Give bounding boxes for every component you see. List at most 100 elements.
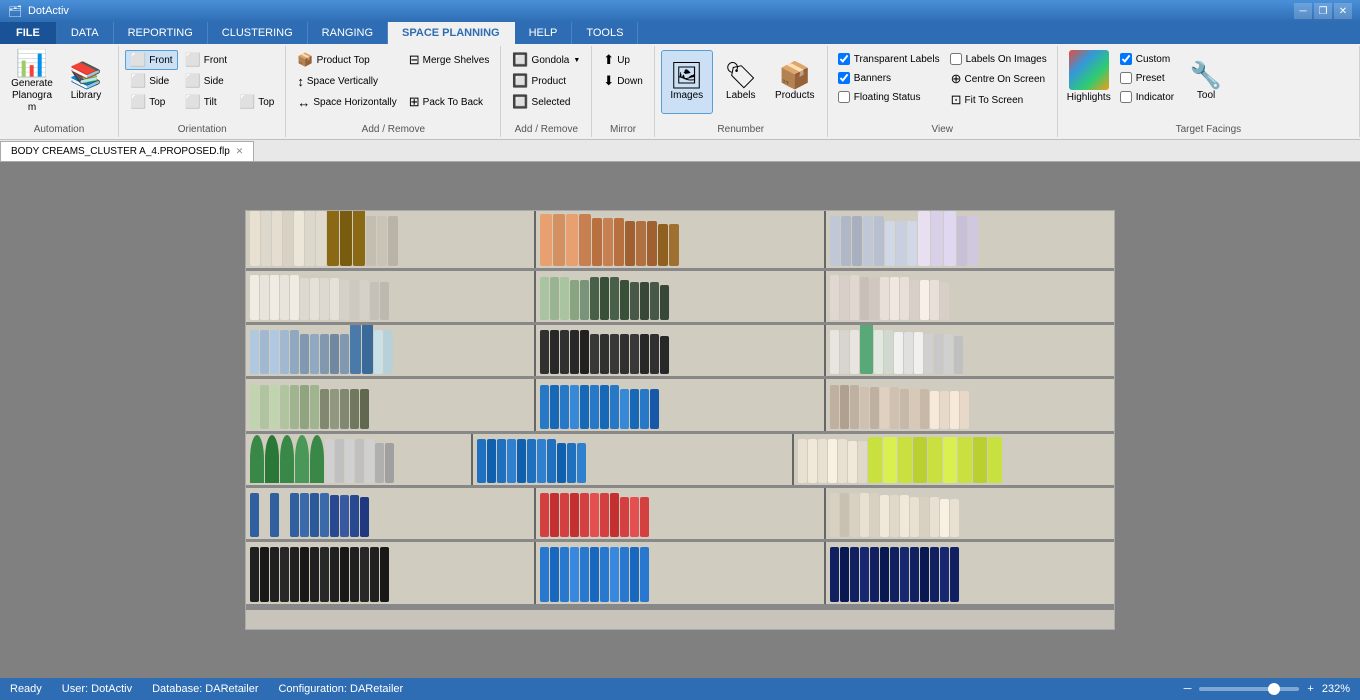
gondola-button[interactable]: 🔲 Gondola ▼	[507, 50, 585, 70]
space-horizontally-button[interactable]: ↔ Space Horizontally	[292, 92, 401, 112]
maximize-button[interactable]: ❐	[1314, 3, 1332, 19]
labels-on-images-check[interactable]	[950, 53, 962, 65]
top-button-1[interactable]: ⬜ Top	[125, 92, 178, 112]
tab-tools[interactable]: TOOLS	[572, 22, 638, 44]
labels-on-images-cb[interactable]: Labels On Images	[946, 50, 1051, 68]
product-top-button[interactable]: 📦 Product Top	[292, 50, 401, 70]
gondola-arrow: ▼	[573, 57, 580, 64]
planogram-footer	[246, 607, 1114, 629]
doc-tab[interactable]: BODY CREAMS_CLUSTER A_4.PROPOSED.flp ✕	[0, 141, 254, 161]
orientation-content: ⬜ Front ⬜ Side ⬜ Top ⬜ Front	[125, 50, 279, 122]
labels-button[interactable]: 🏷 Labels	[715, 50, 767, 114]
tab-reporting[interactable]: REPORTING	[114, 22, 208, 44]
products-icon: 📦	[779, 62, 811, 88]
top-icon-1: ⬜	[130, 94, 146, 110]
zoom-thumb	[1268, 683, 1280, 695]
floating-status-cb[interactable]: Floating Status	[834, 88, 944, 106]
tab-space-planning[interactable]: SPACE PLANNING	[388, 22, 515, 44]
indicator-cb[interactable]: Indicator	[1116, 88, 1178, 106]
floating-status-check[interactable]	[838, 91, 850, 103]
side-button-1[interactable]: ⬜ Side	[125, 71, 178, 91]
products-7-1	[248, 542, 391, 604]
renumber-label: Renumber	[661, 122, 821, 135]
up-button[interactable]: ⬆ Up	[598, 50, 647, 70]
transparent-labels-cb[interactable]: Transparent Labels	[834, 50, 944, 68]
side-button-2[interactable]: ⬜ Side	[180, 71, 233, 91]
images-icon: 🖼	[670, 62, 703, 88]
tab-clustering[interactable]: CLUSTERING	[208, 22, 308, 44]
products-4-1	[248, 379, 371, 430]
products-1-1	[248, 211, 400, 268]
tool-button[interactable]: 🔧 Tool	[1180, 50, 1232, 114]
fit-to-screen-button[interactable]: ⊡ Fit To Screen	[946, 90, 1051, 110]
product-shelf-label: Product	[532, 76, 566, 87]
front-button-2[interactable]: ⬜ Front	[180, 50, 233, 70]
tab-data[interactable]: DATA	[57, 22, 114, 44]
pack-back-button[interactable]: ⊞ Pack To Back	[404, 92, 495, 112]
products-6-1	[248, 488, 371, 539]
section-7-2	[536, 542, 826, 604]
group-orientation: ⬜ Front ⬜ Side ⬜ Top ⬜ Front	[119, 46, 286, 137]
products-button[interactable]: 📦 Products	[769, 50, 821, 114]
products-3-3	[828, 325, 965, 376]
front-button-1[interactable]: ⬜ Front	[125, 50, 178, 70]
tilt-icon: ⬜	[185, 94, 201, 110]
merge-shelves-button[interactable]: ⊟ Merge Shelves	[404, 50, 495, 70]
product-shelf-button[interactable]: 🔲 Product	[507, 71, 585, 91]
preset-cb[interactable]: Preset	[1116, 69, 1178, 87]
fit-icon: ⊡	[951, 92, 962, 108]
tab-file[interactable]: FILE	[0, 22, 57, 44]
close-button[interactable]: ✕	[1334, 3, 1352, 19]
section-3-2	[536, 325, 826, 376]
shelf-row-3	[246, 325, 1114, 379]
section-5-3	[794, 434, 1114, 485]
doc-close-button[interactable]: ✕	[236, 146, 244, 157]
banners-cb[interactable]: Banners	[834, 69, 944, 87]
generate-planogram-button[interactable]: 📊 Generate Planogram	[6, 50, 58, 114]
down-icon: ⬇	[603, 73, 614, 89]
zoom-out-button[interactable]: ─	[1184, 683, 1192, 695]
products-2-2	[538, 271, 671, 322]
mirror-label: Mirror	[598, 122, 647, 135]
merge-icon: ⊟	[409, 52, 420, 68]
zoom-slider[interactable]	[1199, 687, 1299, 691]
banners-check[interactable]	[838, 72, 850, 84]
top-label-1: Top	[149, 97, 165, 108]
centre-on-screen-button[interactable]: ⊕ Centre On Screen	[946, 69, 1051, 89]
shelf-row-7	[246, 542, 1114, 607]
labels-label: Labels	[726, 90, 755, 102]
planogram-view[interactable]	[245, 210, 1115, 630]
section-2-3	[826, 271, 1114, 322]
transparent-labels-check[interactable]	[838, 53, 850, 65]
indicator-check[interactable]	[1120, 91, 1132, 103]
images-button[interactable]: 🖼 Images	[661, 50, 713, 114]
highlights-col: Highlights	[1064, 50, 1114, 103]
front-icon-2: ⬜	[185, 52, 201, 68]
down-button[interactable]: ⬇ Down	[598, 71, 647, 91]
centre-label: Centre On Screen	[964, 74, 1045, 85]
ribbon-tab-bar: FILE DATA REPORTING CLUSTERING RANGING S…	[0, 22, 1360, 44]
tab-help[interactable]: HELP	[515, 22, 573, 44]
selected-button[interactable]: 🔲 Selected	[507, 92, 585, 112]
shelf-content: 🔲 Gondola ▼ 🔲 Product 🔲 Selected	[507, 50, 585, 122]
tilt-button[interactable]: ⬜ Tilt	[180, 92, 233, 112]
space-h-label: Space Horizontally	[313, 97, 396, 108]
zoom-in-button[interactable]: +	[1307, 683, 1313, 695]
group-shelf: 🔲 Gondola ▼ 🔲 Product 🔲 Selected Add / R…	[501, 46, 592, 137]
floating-status-label: Floating Status	[854, 92, 921, 103]
library-button[interactable]: 📚 Library	[60, 50, 112, 114]
custom-cb[interactable]: Custom	[1116, 50, 1178, 68]
status-config: Configuration: DARetailer	[278, 683, 403, 695]
preset-check[interactable]	[1120, 72, 1132, 84]
top-button-2[interactable]: ⬜ Top	[234, 92, 279, 112]
tab-ranging[interactable]: RANGING	[308, 22, 388, 44]
custom-check[interactable]	[1120, 53, 1132, 65]
minimize-button[interactable]: ─	[1294, 3, 1312, 19]
space-vertically-button[interactable]: ↕ Space Vertically	[292, 71, 401, 91]
shelf-col: 🔲 Gondola ▼ 🔲 Product 🔲 Selected	[507, 50, 585, 112]
group-target-facings: Highlights Custom Preset Indicator	[1058, 46, 1360, 137]
main-canvas	[0, 162, 1360, 678]
view-content: Transparent Labels Banners Floating Stat…	[834, 50, 1051, 122]
products-1-2	[538, 211, 681, 268]
group-renumber: 🖼 Images 🏷 Labels 📦 Products Renumber	[655, 46, 828, 137]
